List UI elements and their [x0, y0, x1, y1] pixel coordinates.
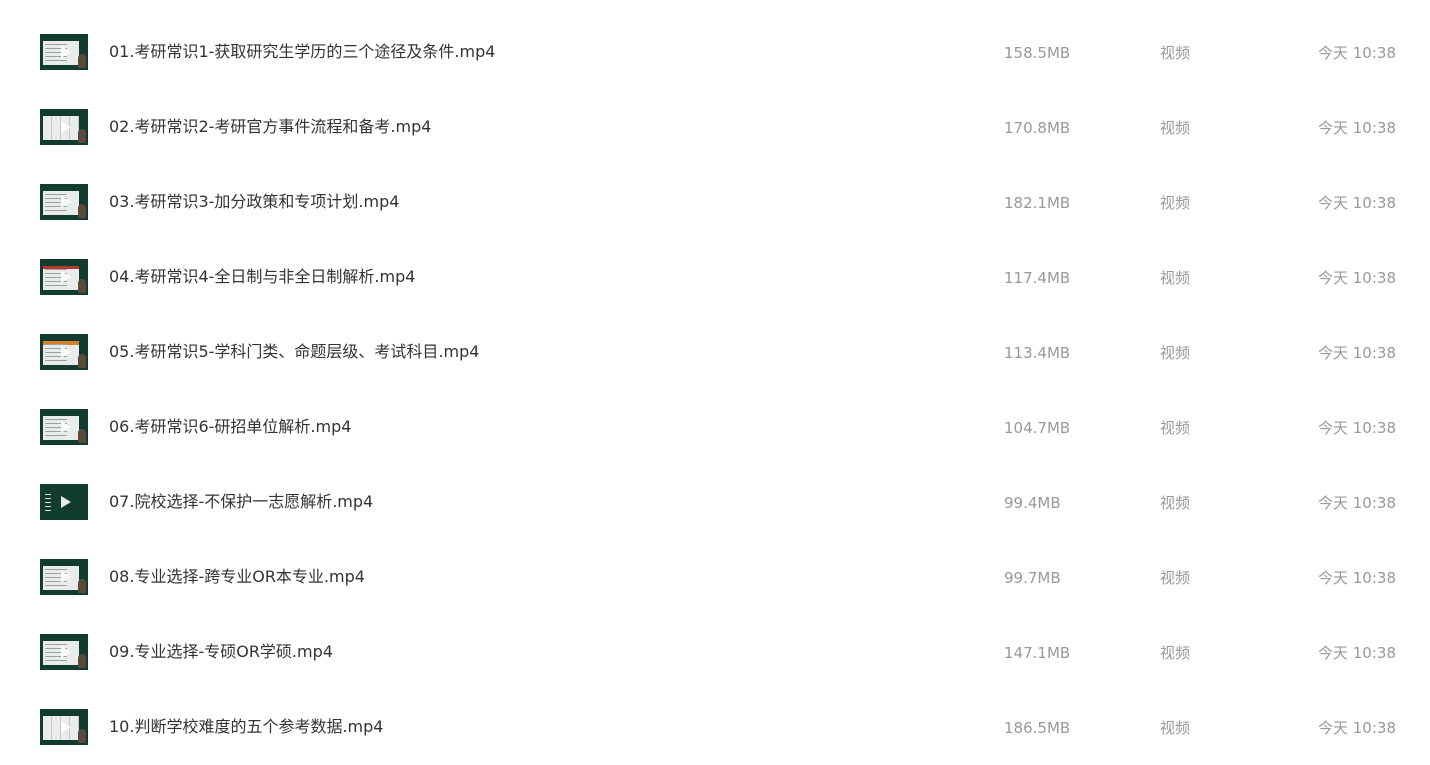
file-date: 今天 10:38 — [1318, 44, 1396, 62]
file-type: 视频 — [1160, 44, 1191, 62]
file-name[interactable]: 09.专业选择-专硕OR学硕.mp4 — [109, 642, 333, 662]
file-date: 今天 10:38 — [1318, 494, 1396, 512]
file-size: 147.1MB — [1004, 644, 1071, 662]
video-thumbnail-icon[interactable] — [40, 334, 88, 370]
play-icon — [61, 46, 71, 58]
file-name[interactable]: 03.考研常识3-加分政策和专项计划.mp4 — [109, 192, 399, 212]
play-icon — [61, 346, 71, 358]
file-size: 117.4MB — [1004, 269, 1071, 287]
file-type: 视频 — [1160, 644, 1191, 662]
file-name[interactable]: 10.判断学校难度的五个参考数据.mp4 — [109, 717, 383, 737]
video-thumbnail-icon[interactable] — [40, 184, 88, 220]
file-type: 视频 — [1160, 494, 1191, 512]
file-name[interactable]: 01.考研常识1-获取研究生学历的三个途径及条件.mp4 — [109, 42, 495, 62]
file-list: 01.考研常识1-获取研究生学历的三个途径及条件.mp4 158.5MB 视频 … — [0, 0, 1430, 765]
play-icon — [61, 496, 71, 508]
file-name[interactable]: 07.院校选择-不保护一志愿解析.mp4 — [109, 492, 373, 512]
file-date: 今天 10:38 — [1318, 119, 1396, 137]
file-size: 113.4MB — [1004, 344, 1071, 362]
file-row[interactable]: 10.判断学校难度的五个参考数据.mp4 186.5MB 视频 今天 10:38 — [0, 690, 1430, 765]
play-icon — [61, 571, 71, 583]
file-row[interactable]: 07.院校选择-不保护一志愿解析.mp4 99.4MB 视频 今天 10:38 — [0, 465, 1430, 540]
file-row[interactable]: 05.考研常识5-学科门类、命题层级、考试科目.mp4 113.4MB 视频 今… — [0, 315, 1430, 390]
file-size: 158.5MB — [1004, 44, 1071, 62]
file-size: 104.7MB — [1004, 419, 1071, 437]
play-icon — [61, 271, 71, 283]
file-date: 今天 10:38 — [1318, 194, 1396, 212]
video-thumbnail-icon[interactable] — [40, 634, 88, 670]
video-thumbnail-icon[interactable] — [40, 484, 88, 520]
play-icon — [61, 421, 71, 433]
file-row[interactable]: 09.专业选择-专硕OR学硕.mp4 147.1MB 视频 今天 10:38 — [0, 615, 1430, 690]
play-icon — [61, 121, 71, 133]
file-size: 186.5MB — [1004, 719, 1071, 737]
file-row[interactable]: 02.考研常识2-考研官方事件流程和备考.mp4 170.8MB 视频 今天 1… — [0, 90, 1430, 165]
video-thumbnail-icon[interactable] — [40, 109, 88, 145]
file-name[interactable]: 08.专业选择-跨专业OR本专业.mp4 — [109, 567, 365, 587]
file-size: 182.1MB — [1004, 194, 1071, 212]
video-thumbnail-icon[interactable] — [40, 409, 88, 445]
file-date: 今天 10:38 — [1318, 644, 1396, 662]
file-row[interactable]: 01.考研常识1-获取研究生学历的三个途径及条件.mp4 158.5MB 视频 … — [0, 15, 1430, 90]
file-size: 170.8MB — [1004, 119, 1071, 137]
file-date: 今天 10:38 — [1318, 269, 1396, 287]
file-name[interactable]: 04.考研常识4-全日制与非全日制解析.mp4 — [109, 267, 415, 287]
file-row[interactable]: 04.考研常识4-全日制与非全日制解析.mp4 117.4MB 视频 今天 10… — [0, 240, 1430, 315]
file-date: 今天 10:38 — [1318, 344, 1396, 362]
file-name[interactable]: 06.考研常识6-研招单位解析.mp4 — [109, 417, 351, 437]
file-type: 视频 — [1160, 194, 1191, 212]
file-row[interactable]: 08.专业选择-跨专业OR本专业.mp4 99.7MB 视频 今天 10:38 — [0, 540, 1430, 615]
file-type: 视频 — [1160, 344, 1191, 362]
play-icon — [61, 646, 71, 658]
video-thumbnail-icon[interactable] — [40, 559, 88, 595]
play-icon — [61, 721, 71, 733]
video-thumbnail-icon[interactable] — [40, 259, 88, 295]
play-icon — [61, 196, 71, 208]
video-thumbnail-icon[interactable] — [40, 34, 88, 70]
file-name[interactable]: 05.考研常识5-学科门类、命题层级、考试科目.mp4 — [109, 342, 479, 362]
file-size: 99.4MB — [1004, 494, 1061, 512]
file-type: 视频 — [1160, 719, 1191, 737]
file-row[interactable]: 03.考研常识3-加分政策和专项计划.mp4 182.1MB 视频 今天 10:… — [0, 165, 1430, 240]
file-type: 视频 — [1160, 569, 1191, 587]
file-date: 今天 10:38 — [1318, 569, 1396, 587]
file-type: 视频 — [1160, 119, 1191, 137]
file-name[interactable]: 02.考研常识2-考研官方事件流程和备考.mp4 — [109, 117, 431, 137]
file-type: 视频 — [1160, 269, 1191, 287]
file-row[interactable]: 06.考研常识6-研招单位解析.mp4 104.7MB 视频 今天 10:38 — [0, 390, 1430, 465]
file-size: 99.7MB — [1004, 569, 1061, 587]
file-date: 今天 10:38 — [1318, 419, 1396, 437]
file-date: 今天 10:38 — [1318, 719, 1396, 737]
video-thumbnail-icon[interactable] — [40, 709, 88, 745]
file-type: 视频 — [1160, 419, 1191, 437]
